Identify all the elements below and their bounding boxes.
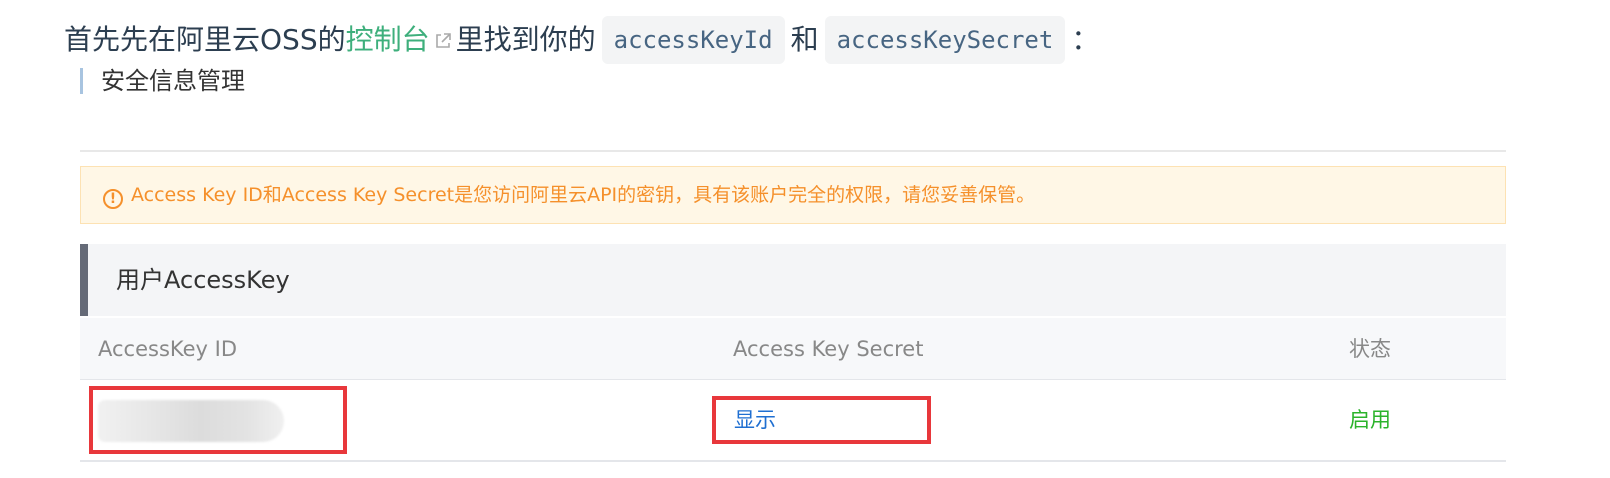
highlight-box-access-key-id (89, 386, 347, 454)
table-header: AccessKey ID Access Key Secret 状态 (80, 318, 1506, 380)
intro-after-link: 里找到你的 (455, 23, 596, 56)
external-link-icon (435, 33, 451, 48)
intro-trailing: ： (1071, 23, 1100, 56)
column-header-accesskey-id: AccessKey ID (98, 337, 238, 361)
column-header-status: 状态 (1349, 337, 1391, 361)
code-access-key-secret: accessKeySecret (824, 16, 1066, 64)
code-access-key-id: accessKeyId (601, 16, 785, 64)
intro-before-link: 首先先在阿里云OSS的 (64, 23, 346, 56)
warning-banner: ! Access Key ID和Access Key Secret是您访问阿里云A… (80, 166, 1506, 224)
warning-text: Access Key ID和Access Key Secret是您访问阿里云AP… (131, 184, 1036, 206)
column-header-access-key-secret: Access Key Secret (733, 337, 924, 361)
intro-connector: 和 (790, 23, 819, 56)
exclamation-circle-icon: ! (103, 189, 123, 209)
panel-title: 用户AccessKey (80, 244, 1506, 316)
divider (80, 150, 1506, 152)
intro-text: 首先先在阿里云OSS的控制台 里找到你的 accessKeyId 和 accessKe… (64, 14, 1099, 66)
status-badge: 启用 (1349, 408, 1391, 432)
console-link[interactable]: 控制台 (346, 23, 430, 56)
highlight-box-show-secret (712, 396, 931, 444)
section-heading: 安全信息管理 (80, 68, 245, 94)
